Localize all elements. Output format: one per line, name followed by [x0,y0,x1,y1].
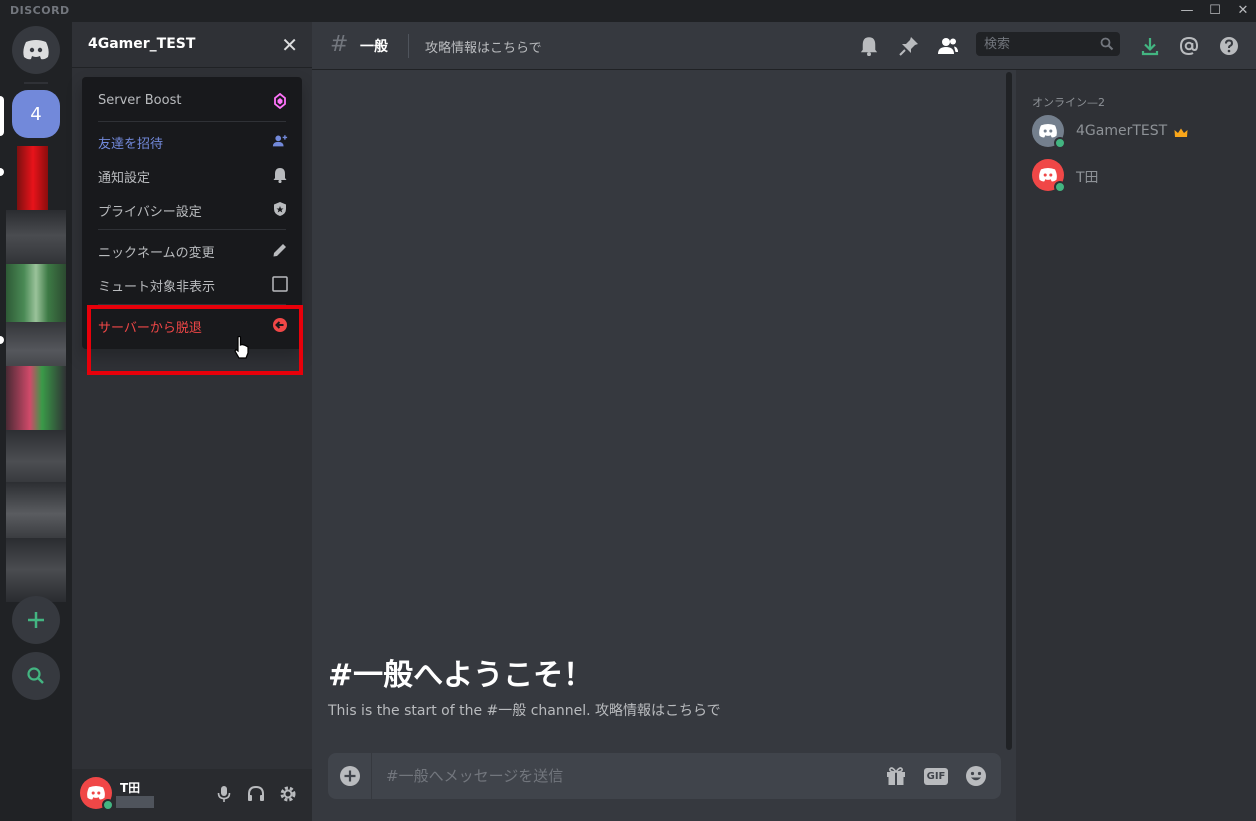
menu-divider [98,229,286,230]
message-composer: GIF [328,753,1001,799]
member-name: T田 [1076,170,1099,186]
add-user-icon [272,133,288,149]
user-tag-redacted [116,796,154,808]
user-panel: T田 [72,769,312,821]
pencil-icon [272,242,288,258]
pinned-messages-button[interactable] [897,34,921,58]
unread-dot [0,336,4,344]
online-section-header: オンライン—2 [1032,96,1105,109]
crown-icon [1174,124,1188,143]
search-icon [27,667,44,684]
shield-icon [272,201,288,217]
maximize-button[interactable]: ☐ [1202,2,1228,20]
pin-icon [899,37,918,56]
menu-item-label: Server Boost [98,93,182,108]
server-icon-redacted[interactable] [6,366,66,430]
plus-icon [28,612,44,628]
online-status-icon [1054,181,1066,193]
unread-dot [0,168,4,176]
plus-circle-icon [339,766,360,786]
gift-button[interactable] [884,764,908,788]
menu-item-label: ニックネームの変更 [98,246,215,261]
app-brand: DISCORD [10,4,70,17]
channel-name: 一般 [360,39,388,55]
at-sign-icon [1179,36,1199,56]
menu-item-invite[interactable]: 友達を招待 [90,125,294,157]
search-input[interactable] [982,35,1092,53]
hashtag-icon: # [330,32,349,57]
menu-item-label: 友達を招待 [98,137,164,152]
gear-icon [280,786,296,802]
rail-separator [24,82,48,84]
bell-icon [860,37,878,56]
server-icon-redacted[interactable] [6,264,66,328]
boost-icon [272,93,288,109]
notification-settings-button[interactable] [857,34,881,58]
title-bar: DISCORD — ☐ ✕ [0,0,1256,22]
menu-item-server-boost[interactable]: Server Boost [90,85,294,117]
server-rail: 4 [0,22,72,821]
menu-item-label: ミュート対象非表示 [98,280,216,295]
search-icon [1100,36,1114,55]
headphones-icon [248,785,264,801]
explore-servers-button[interactable] [12,652,60,700]
close-icon[interactable]: ✕ [281,33,298,57]
message-input[interactable] [384,765,864,787]
help-icon [1220,37,1238,55]
menu-item-hide-muted[interactable]: ミュート対象非表示 [90,268,294,300]
checkbox-icon[interactable] [272,276,288,292]
user-settings-button[interactable] [277,783,299,805]
menu-item-notification-settings[interactable]: 通知設定 [90,159,294,191]
active-server-indicator [0,96,4,136]
search-bar[interactable] [976,32,1120,56]
welcome-subtitle: This is the start of the #一般 channel. 攻略… [328,703,721,719]
menu-item-label: 通知設定 [98,171,151,186]
gif-icon: GIF [923,767,949,785]
gift-icon [887,767,905,785]
member-name: 4GamerTEST [1076,123,1168,139]
gif-button[interactable]: GIF [923,764,949,788]
scrollbar-thumb[interactable] [1006,72,1012,750]
member-item[interactable]: 4GamerTEST [1024,110,1248,152]
mute-button[interactable] [213,783,235,805]
pointer-cursor-icon [234,335,250,364]
user-name: T田 [120,781,141,795]
channel-topic[interactable]: 攻略情報はこちらで [425,37,542,56]
add-server-button[interactable] [12,596,60,644]
bell-icon [272,167,288,183]
guild-name: 4Gamer_TEST [88,36,196,52]
minimize-button[interactable]: — [1174,2,1200,20]
scrollbar[interactable] [1004,72,1014,750]
upload-button[interactable] [328,753,372,799]
menu-item-label: プライバシー設定 [98,205,202,220]
server-icon-redacted[interactable] [6,538,66,602]
help-button[interactable] [1217,34,1241,58]
welcome-title: #一般へようこそ！ [328,658,594,693]
member-item[interactable]: T田 [1024,154,1248,196]
microphone-icon [217,786,231,802]
server-icon-redacted[interactable] [6,146,66,210]
download-icon [1141,38,1159,56]
online-status-icon [102,799,114,811]
menu-item-privacy-settings[interactable]: プライバシー設定 [90,193,294,225]
deafen-button[interactable] [245,783,267,805]
discord-home-icon[interactable] [12,26,60,74]
mentions-button[interactable] [1177,34,1201,58]
server-4gamer-test[interactable]: 4 [12,90,60,138]
emoji-button[interactable] [964,764,988,788]
guild-header[interactable]: 4Gamer_TEST ✕ [72,22,312,68]
highlight-annotation-box [87,305,303,375]
header-divider [408,34,409,58]
channel-header: # 一般 攻略情報はこちらで [312,22,1256,70]
member-list-toggle[interactable] [936,34,960,58]
members-icon [938,38,958,54]
close-window-button[interactable]: ✕ [1230,2,1256,20]
smiley-icon [966,766,986,786]
download-button[interactable] [1138,34,1162,58]
online-status-icon [1054,137,1066,149]
menu-item-change-nickname[interactable]: ニックネームの変更 [90,234,294,266]
server-icon-redacted[interactable] [6,482,66,546]
member-list: オンライン—2 4GamerTEST T田 [1016,70,1256,821]
menu-divider [98,121,286,122]
